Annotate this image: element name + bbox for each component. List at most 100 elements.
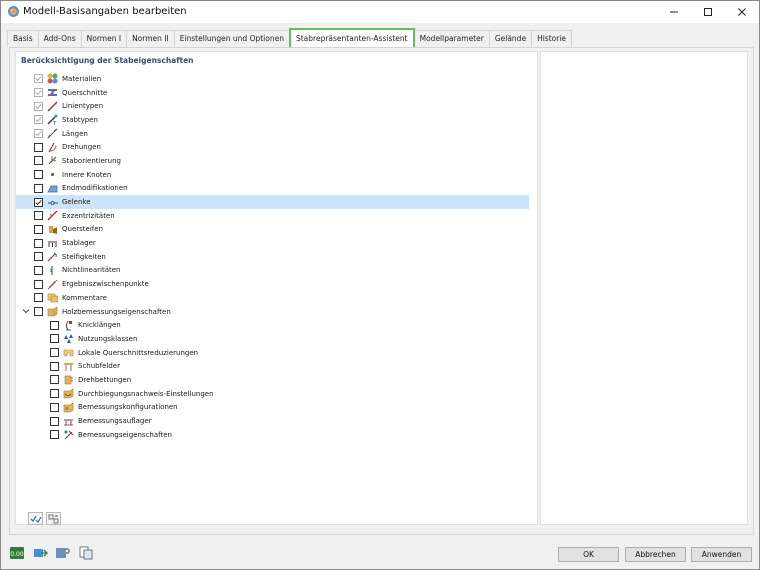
checkbox[interactable] [50, 430, 59, 440]
shear-panels-icon [64, 362, 73, 371]
tree-row[interactable]: Kommentare [16, 291, 537, 305]
checkbox[interactable] [50, 361, 59, 371]
checkbox[interactable] [34, 238, 43, 248]
tab-bar: Basis Add-Ons Normen I Normen II Einstellung… [7, 28, 573, 47]
tree-row[interactable]: Endmodifikationen [16, 182, 537, 196]
hinges-icon [48, 200, 58, 205]
checkbox[interactable] [50, 402, 59, 412]
tree-row[interactable]: Drehungen [16, 140, 537, 154]
design-configurations-icon [63, 402, 74, 413]
copy-button[interactable] [77, 545, 94, 560]
tree-row[interactable]: Drehbettungen [16, 373, 537, 387]
nonlinearities-icon [49, 265, 53, 275]
cancel-button[interactable]: Abbrechen [625, 547, 686, 562]
tree-row[interactable]: Innere Knoten [16, 168, 537, 182]
checkbox[interactable] [34, 307, 43, 317]
checkbox[interactable] [50, 416, 59, 426]
checkbox[interactable] [34, 279, 43, 289]
comments-icon [47, 294, 58, 303]
checkbox[interactable] [34, 156, 43, 166]
tab-4[interactable]: Einstellungen und Optionen [173, 30, 290, 47]
tab-7[interactable]: Gelände [488, 30, 533, 47]
checkbox[interactable] [34, 197, 43, 207]
tree-row[interactable]: T Stabtypen [16, 113, 537, 127]
eccentricities-icon [47, 210, 58, 221]
tree-item-label: Exzentrizitäten [62, 211, 115, 220]
design-properties-icon [64, 430, 74, 440]
ok-button[interactable]: OK [558, 547, 619, 562]
tree-row[interactable]: Ergebniszwischenpunkte [16, 277, 537, 291]
tree-row[interactable]: Stablager [16, 236, 537, 250]
deflection-settings-icon [63, 388, 74, 399]
tree-item-label: Stablager [62, 239, 96, 248]
buckling-lengths-icon [66, 320, 72, 331]
chevron-down-icon[interactable] [21, 307, 31, 317]
apply-button[interactable]: Anwenden [691, 547, 752, 562]
tree-row[interactable]: Exzentrizitäten [16, 209, 537, 223]
tab-3[interactable]: Normen II [126, 30, 175, 47]
checkbox[interactable] [34, 252, 43, 262]
tab-5[interactable]: Stabrepräsentanten-Assistent [288, 28, 415, 47]
settings-button[interactable] [54, 545, 71, 560]
import-button[interactable] [31, 545, 48, 560]
line-types-icon [47, 101, 58, 112]
tree-item-label: Bemessungskonfigurationen [78, 403, 178, 412]
checkbox[interactable] [34, 170, 43, 180]
checkbox[interactable] [50, 389, 59, 399]
checkbox[interactable] [50, 334, 59, 344]
deselect-all-button[interactable] [46, 512, 61, 525]
rotational-restraints-icon [64, 376, 73, 385]
checkbox[interactable] [34, 293, 43, 303]
minimize-button[interactable] [657, 1, 691, 23]
checkbox[interactable] [50, 320, 59, 330]
tree-row[interactable]: Querschnitte [16, 86, 537, 100]
tab-6[interactable]: Modellparameter [413, 30, 490, 47]
tree-row[interactable]: Materialien [16, 72, 537, 86]
tree-item-label: Endmodifikationen [62, 184, 128, 193]
import-icon [33, 548, 48, 557]
tree-item-label: Längen [62, 129, 88, 138]
tree-row[interactable]: Gelenke [16, 195, 529, 209]
tree-item-label: Bemessungsauflager [78, 417, 152, 426]
checkbox[interactable] [34, 265, 43, 275]
cross-sections-icon [47, 88, 58, 97]
tab-1[interactable]: Add-Ons [37, 30, 82, 47]
maximize-button[interactable] [691, 1, 725, 23]
tree-item-label: Ergebniszwischenpunkte [62, 280, 149, 289]
checkbox[interactable] [34, 224, 43, 234]
checkbox[interactable] [50, 375, 59, 385]
tab-0[interactable]: Basis [7, 30, 39, 47]
tree-row[interactable]: Längen [16, 127, 537, 141]
checkbox[interactable] [50, 348, 59, 358]
dialog-window: Modell-Basisangaben bearbeiten Basis Add-… [0, 0, 760, 570]
tree-row[interactable]: Knicklängen [16, 318, 537, 332]
units-button[interactable]: 0.00 [8, 545, 25, 560]
tree-row[interactable]: Linientypen [16, 99, 537, 113]
tree-row[interactable]: Bemessungsauflager [16, 414, 537, 428]
transverse-stiffeners-icon [49, 225, 57, 234]
uncheck-all-icon [48, 514, 58, 523]
tree-row[interactable]: Schubfelder [16, 359, 537, 373]
tree-row[interactable]: Bemessungskonfigurationen [16, 401, 537, 415]
close-button[interactable] [725, 1, 759, 23]
tree-row[interactable]: Lokale Querschnittsreduzierungen [16, 346, 537, 360]
materials-icon [47, 73, 58, 84]
rotations-icon [48, 142, 57, 153]
select-all-button[interactable] [28, 512, 43, 525]
tree-row[interactable]: Durchbiegungsnachweis-Einstellungen [16, 387, 537, 401]
tab-2[interactable]: Normen I [80, 30, 128, 47]
checkbox[interactable] [34, 211, 43, 221]
checkbox[interactable] [34, 183, 43, 193]
tree-row[interactable]: Staborientierung [16, 154, 537, 168]
tab-8[interactable]: Historie [531, 30, 573, 47]
tree-row[interactable]: Holzbemessungseigenschaften [16, 305, 537, 319]
preview-panel [540, 51, 748, 525]
tree-row[interactable]: Steifigkeiten [16, 250, 537, 264]
checkbox[interactable] [34, 142, 43, 152]
tree-row[interactable]: Quersteifen [16, 223, 537, 237]
tree-row[interactable]: Bemessungseigenschaften [16, 428, 537, 442]
title-bar: Modell-Basisangaben bearbeiten [1, 1, 759, 23]
tree-row[interactable]: Nichtlinearitäten [16, 264, 537, 278]
tree-item-label: Materialien [62, 74, 102, 83]
tree-row[interactable]: Nutzungsklassen [16, 332, 537, 346]
